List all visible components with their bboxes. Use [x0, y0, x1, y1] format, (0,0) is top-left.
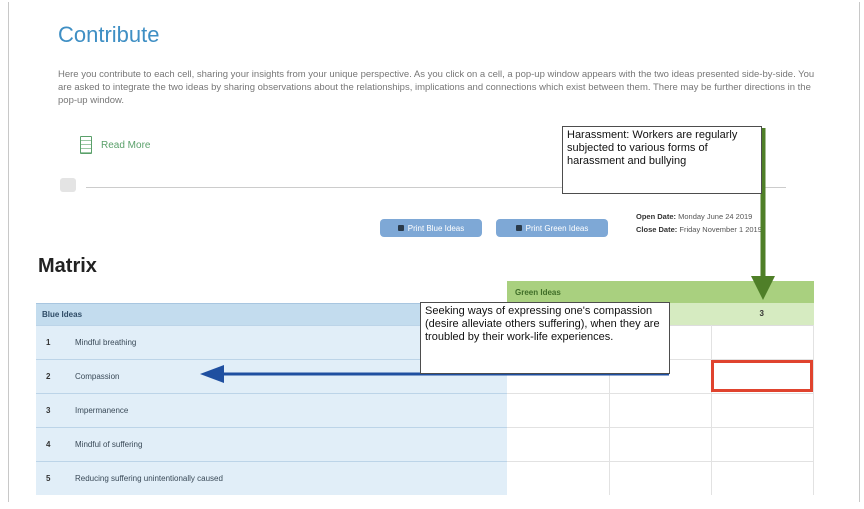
- blue-idea-callout: Seeking ways of expressing one's compass…: [420, 302, 670, 374]
- annotation-arrows: [200, 128, 775, 383]
- green-idea-callout: Harassment: Workers are regularly subjec…: [562, 126, 762, 194]
